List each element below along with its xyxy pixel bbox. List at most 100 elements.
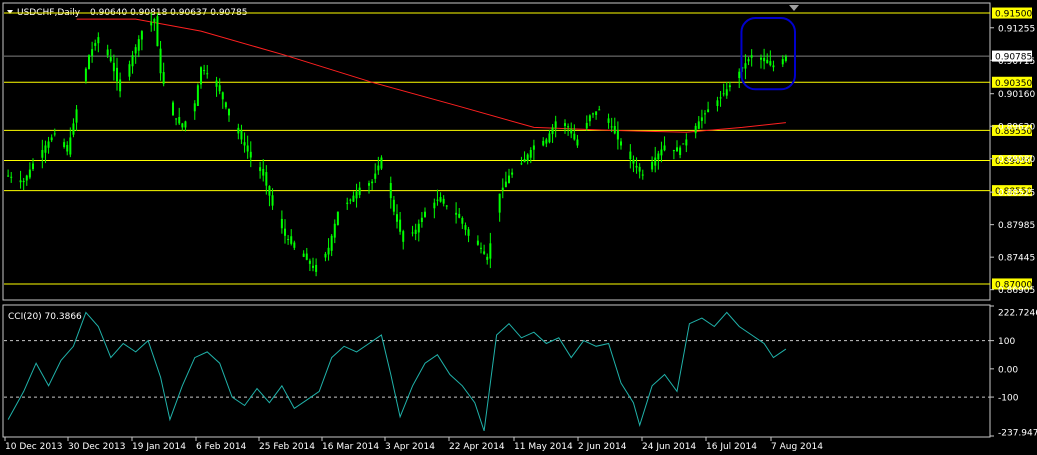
candle-body — [396, 214, 398, 222]
usdchf-chart[interactable]: USDCHF,Daily 0.90640 0.90818 0.90637 0.9… — [0, 0, 1037, 455]
candle-body — [551, 127, 554, 135]
candle-body — [389, 182, 392, 199]
candle-body — [156, 16, 159, 47]
time-tick-label: 19 Jan 2014 — [132, 442, 186, 452]
candle-body — [682, 143, 685, 145]
candle-body — [47, 141, 50, 148]
price-tick-label: 0.87445 — [998, 254, 1035, 264]
candle-body — [411, 232, 414, 234]
candle-body — [613, 125, 616, 134]
candle-body — [97, 37, 100, 44]
candle-body — [112, 62, 115, 72]
candle-body — [781, 59, 784, 65]
candle-body — [402, 231, 405, 242]
candle-body — [330, 235, 333, 251]
candle-body — [218, 85, 221, 92]
candle-body — [88, 55, 90, 70]
candle-body — [504, 181, 507, 188]
candle-body — [592, 113, 594, 115]
candle-body — [657, 153, 660, 160]
candle-body — [206, 73, 209, 75]
candle-body — [476, 240, 479, 245]
price-tick-label: 0.89620 — [998, 123, 1035, 133]
candle-body — [660, 149, 663, 156]
candle-body — [744, 63, 747, 69]
candle-body — [137, 39, 140, 51]
candle-body — [349, 199, 352, 201]
candle-body — [523, 159, 526, 163]
candle-body — [747, 59, 750, 62]
candle-body — [374, 173, 377, 179]
candle-body — [175, 118, 178, 120]
candle-body — [368, 183, 370, 186]
candle-body — [417, 223, 420, 233]
chart-background — [0, 0, 1037, 455]
candle-body — [498, 193, 501, 213]
candle-body — [486, 256, 489, 260]
candle-body — [228, 108, 230, 116]
candle-body — [41, 149, 44, 158]
candle-body — [439, 197, 442, 202]
candle-body — [635, 165, 638, 168]
candle-body — [377, 165, 380, 171]
time-tick-label: 22 Apr 2014 — [449, 442, 505, 452]
candle-body — [308, 260, 311, 264]
candle-body — [458, 213, 461, 218]
candle-body — [265, 172, 268, 186]
candle-body — [455, 212, 458, 215]
price-tick-label: 0.90160 — [998, 90, 1035, 100]
candle-body — [63, 142, 66, 147]
time-tick-label: 3 Apr 2014 — [385, 442, 435, 452]
candle-body — [178, 117, 181, 124]
candle-body — [32, 163, 34, 170]
candle-body — [679, 147, 682, 155]
candle-body — [508, 175, 510, 183]
candle-body — [433, 202, 436, 209]
candle-body — [784, 56, 787, 61]
candle-body — [548, 133, 551, 143]
candle-body — [380, 157, 383, 169]
candle-body — [480, 247, 482, 249]
time-tick-label: 10 Dec 2013 — [5, 442, 63, 452]
price-tick-label: 0.88525 — [998, 189, 1035, 199]
candle-body — [109, 57, 112, 62]
cci-tick-label: -237.9474 — [998, 429, 1037, 439]
candle-body — [10, 176, 13, 178]
candle-body — [221, 92, 224, 100]
candle-body — [610, 126, 613, 128]
candle-body — [545, 139, 548, 144]
candle-body — [588, 115, 591, 122]
candle-body — [760, 57, 762, 60]
candle-body — [722, 93, 725, 95]
candle-body — [763, 57, 766, 62]
candle-body — [91, 49, 94, 56]
candle-body — [162, 72, 165, 84]
candle-body — [676, 147, 678, 152]
candle-body — [564, 123, 566, 126]
candle-body — [766, 59, 769, 64]
candle-body — [72, 123, 75, 135]
candle-body — [193, 103, 196, 112]
candle-body — [153, 19, 156, 23]
candle-body — [501, 187, 504, 191]
candle-body — [262, 168, 265, 176]
candle-body — [700, 117, 703, 121]
candle-body — [672, 149, 675, 152]
candle-body — [483, 251, 486, 254]
candle-body — [246, 145, 249, 152]
candle-body — [302, 253, 305, 257]
candle-body — [134, 47, 137, 54]
candle-body — [315, 264, 318, 272]
candle-body — [150, 22, 153, 26]
candle-body — [28, 169, 31, 178]
cci-tick-label: 222.7246 — [998, 309, 1037, 319]
candle-body — [249, 151, 252, 158]
candle-body — [19, 180, 22, 183]
candle-body — [358, 187, 361, 196]
level-label: 0.90350 — [995, 79, 1032, 89]
candle-body — [511, 172, 514, 175]
candle-body — [595, 111, 598, 115]
candle-body — [750, 55, 753, 58]
candle-body — [224, 102, 227, 108]
candle-body — [526, 154, 529, 161]
